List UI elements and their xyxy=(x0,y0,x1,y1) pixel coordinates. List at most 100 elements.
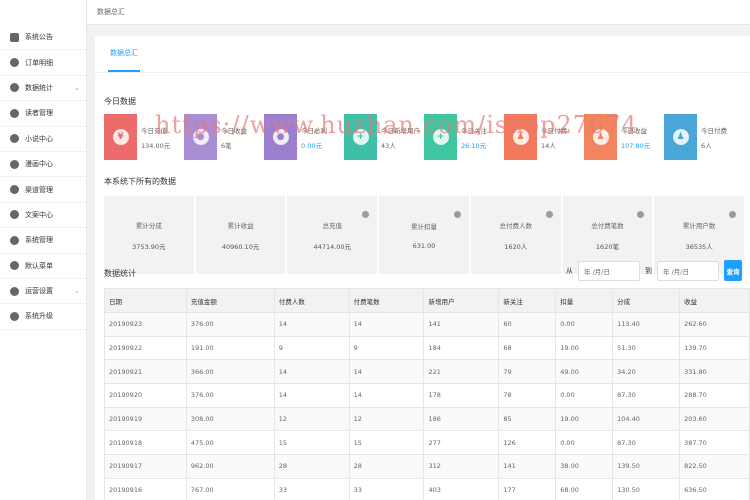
sidebar-item-label: 默认菜单 xyxy=(25,261,53,270)
sidebar-item[interactable]: 读者管理 xyxy=(0,101,86,127)
column-header[interactable]: 充值金额 xyxy=(185,288,275,313)
sidebar-item[interactable]: 数据统计 ⌄ xyxy=(0,76,86,102)
start-date-input[interactable]: 年 /月/日 xyxy=(578,260,640,281)
stat-card-label: 今日付费 xyxy=(701,126,727,135)
sidebar-item-label: 文案中心 xyxy=(25,210,53,219)
column-header[interactable]: 日期 xyxy=(104,288,187,313)
comic-icon xyxy=(10,159,19,169)
stat-card-value: 6笔 xyxy=(221,141,232,150)
settings-icon xyxy=(10,83,19,93)
stat-card-body: 今日付费 6人 xyxy=(697,125,727,150)
stat-card: ♟ 今日付费 6人 xyxy=(664,114,744,160)
info-icon[interactable] xyxy=(637,211,645,218)
table-row: 20190923 376.00 14 14 141 60 0.00 113.40 262.60 xyxy=(104,312,750,337)
table-cell: 14 xyxy=(348,359,425,385)
stat-card-body: 今日关注 26.10元 xyxy=(457,125,487,150)
tab-data-summary[interactable]: 数据总汇 xyxy=(108,36,140,72)
column-header[interactable]: 付费笔数 xyxy=(348,288,425,313)
total-stat-label: 总付费笔数 xyxy=(591,221,624,230)
settings-icon xyxy=(10,235,19,245)
table-cell: 178 xyxy=(423,383,500,408)
table-cell: 312 xyxy=(423,454,500,479)
sidebar-item[interactable]: 订单明细 xyxy=(0,50,86,76)
stat-card: ♟ 今日付费 14人 xyxy=(504,114,584,160)
table-cell: 78 xyxy=(498,383,557,408)
table-cell: 139.70 xyxy=(679,335,750,361)
table-cell: 20190922 xyxy=(104,335,187,361)
settings-icon xyxy=(10,58,19,68)
user-icon: ♟ xyxy=(512,129,529,145)
total-stat-value: 3753.90元 xyxy=(132,242,166,251)
table-cell: 366.00 xyxy=(185,359,275,385)
sidebar-item[interactable]: 文案中心 xyxy=(0,203,86,229)
stat-card-body: 今日总利 0.00元 xyxy=(297,125,327,150)
stat-card-label: 今日充值 xyxy=(141,126,167,135)
info-icon[interactable] xyxy=(453,211,461,218)
table-cell: 87.30 xyxy=(612,430,681,456)
sidebar-item[interactable]: 运营设置 ⌄ xyxy=(0,279,86,305)
sidebar-item[interactable]: 系统管理 xyxy=(0,228,86,254)
stat-card-value: 6人 xyxy=(701,141,712,150)
stat-card: ¥ 今日充值 134.00元 xyxy=(104,114,184,160)
total-stat-label: 累计用户数 xyxy=(682,221,716,230)
user-icon: ♟ xyxy=(592,129,609,145)
total-stat-label: 累计扣量 xyxy=(411,222,438,231)
column-header[interactable]: 扣量 xyxy=(555,288,614,313)
tab-bar: 数据总汇 xyxy=(95,36,750,73)
sidebar-item[interactable]: 渠道管理 xyxy=(0,177,86,203)
stat-card-icon-box: ♟ xyxy=(664,114,697,160)
sidebar-item[interactable]: 系统公告 xyxy=(0,25,86,51)
table-cell: 475.00 xyxy=(185,430,275,456)
column-header[interactable]: 付费人数 xyxy=(273,288,350,313)
table-row: 20190920 376.00 14 14 178 78 0.00 87.30 288.70 xyxy=(104,383,750,408)
total-stat: 总充值 44714.00元 xyxy=(287,196,378,274)
table-cell: 126 xyxy=(498,430,557,456)
table-cell: 14 xyxy=(273,359,350,385)
table-cell: 20190923 xyxy=(104,312,187,337)
info-icon[interactable] xyxy=(729,211,737,218)
sidebar-item-label: 系统管理 xyxy=(25,236,53,245)
query-button[interactable]: 查询 xyxy=(724,260,742,281)
sidebar-item[interactable]: 系统升级 xyxy=(0,304,86,330)
stat-card: + 今日新增用户 43人 xyxy=(344,114,424,160)
table-cell: 191.00 xyxy=(185,335,275,361)
stat-card-value: 26.10元 xyxy=(461,141,487,150)
chevron-down-icon: ⌄ xyxy=(74,286,80,295)
info-icon[interactable] xyxy=(545,211,553,218)
table-cell: 28 xyxy=(273,454,350,479)
table-cell: 403 xyxy=(423,477,500,500)
total-stat-value: 1620笔 xyxy=(595,242,619,251)
column-header[interactable]: 分成 xyxy=(612,288,681,313)
user-icon: ♟ xyxy=(672,129,689,145)
sidebar-item[interactable]: 默认菜单 xyxy=(0,254,86,279)
main-panel: 数据总汇 今日数据 ¥ 今日充值 134.00元 ● 今日收益 6笔 ● 今日总利 0.00元 +… xyxy=(95,36,750,500)
table-cell: 141 xyxy=(423,312,500,337)
table-cell: 20190921 xyxy=(104,359,187,385)
table-header-row: 日期 充值金额 付费人数 付费笔数 新增用户 新关注 扣量 分成 收益 xyxy=(104,288,750,313)
table-cell: 277 xyxy=(423,430,500,456)
table-cell: 308.00 xyxy=(185,406,275,432)
stat-card-value: 0.00元 xyxy=(301,141,322,150)
column-header[interactable]: 新关注 xyxy=(498,288,557,313)
stats-table: 日期 充值金额 付费人数 付费笔数 新增用户 新关注 扣量 分成 收益 20190923 376.… xyxy=(104,288,750,500)
column-header[interactable]: 新增用户 xyxy=(423,288,500,313)
table-cell: 9 xyxy=(348,335,425,361)
stat-card-body: 今日充值 134.00元 xyxy=(137,125,170,150)
speaker-icon xyxy=(10,32,19,42)
novel-icon xyxy=(10,134,19,144)
total-stat-label: 总付费人数 xyxy=(499,221,532,230)
table-cell: 19.00 xyxy=(555,406,614,432)
info-icon[interactable] xyxy=(362,211,370,218)
end-date-input[interactable]: 年 /月/日 xyxy=(657,260,719,281)
total-stat: 累计收益 40960.10元 xyxy=(195,196,286,274)
sidebar-item[interactable]: 小说中心 xyxy=(0,127,86,152)
stat-card-icon-box: + xyxy=(344,114,377,160)
total-stat: 总付费人数 1620人 xyxy=(470,196,561,274)
column-header[interactable]: 收益 xyxy=(679,288,750,313)
total-stat-label: 累计收益 xyxy=(227,221,254,230)
table-cell: 636.50 xyxy=(679,477,750,500)
stat-card: ♟ 今日收益 107.80元 xyxy=(584,114,664,160)
stat-card-icon-box: ♟ xyxy=(504,114,537,160)
stat-card-icon-box: ● xyxy=(264,114,297,160)
sidebar-item[interactable]: 漫画中心 xyxy=(0,152,86,178)
